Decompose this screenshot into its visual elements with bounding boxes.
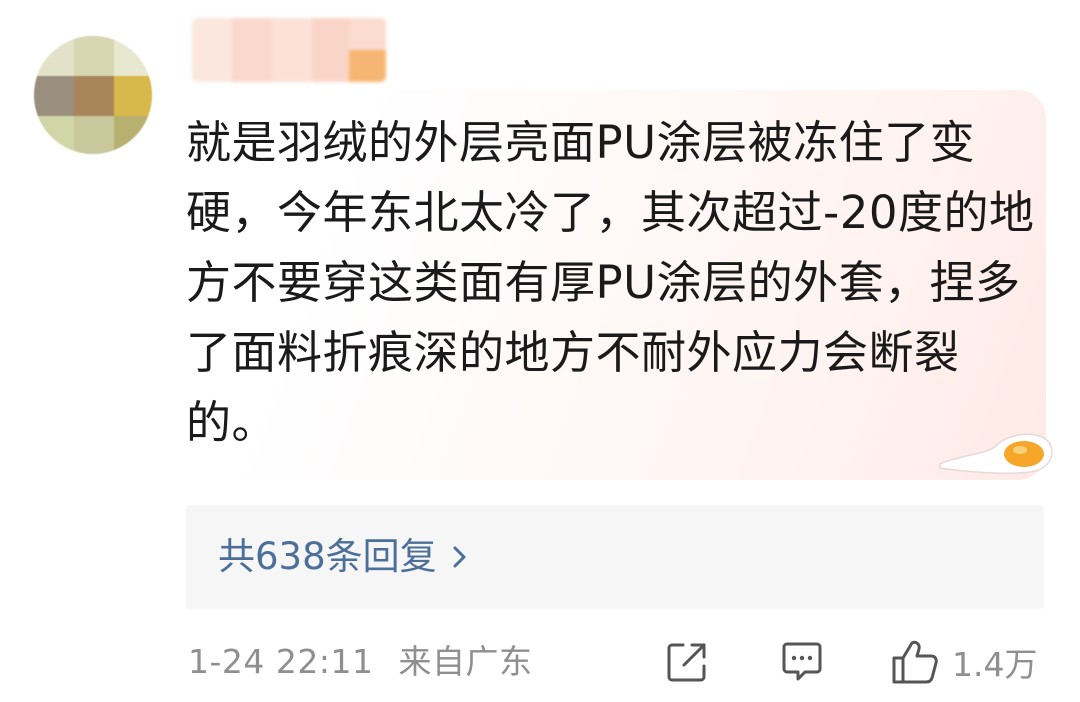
comment-timestamp: 1-24 22:11: [188, 642, 374, 681]
chevron-right-icon: [453, 546, 466, 568]
username-blurred[interactable]: [192, 18, 386, 82]
share-button[interactable]: [664, 636, 710, 688]
share-icon: [667, 643, 706, 682]
comment-location: 来自广东: [398, 642, 533, 681]
comment-text: 就是羽绒的外层亮面PU涂层被冻住了变硬，今年东北太冷了，其次超过-20度的地方不…: [186, 116, 1035, 449]
like-count: 1.4万: [952, 645, 1038, 684]
replies-label: 共638条回复: [218, 535, 437, 578]
comment-button[interactable]: [778, 636, 826, 688]
like-button[interactable]: 1.4万: [890, 636, 1037, 688]
comment-icon: [782, 642, 822, 681]
fried-egg-icon: [939, 433, 1053, 474]
thumbs-up-icon: [892, 640, 938, 684]
view-replies-link[interactable]: 共638条回复: [218, 533, 469, 581]
avatar[interactable]: [34, 36, 152, 154]
comment-meta: 1-24 22:11 来自广东: [188, 638, 533, 686]
replies-panel: 共638条回复: [186, 505, 1044, 609]
